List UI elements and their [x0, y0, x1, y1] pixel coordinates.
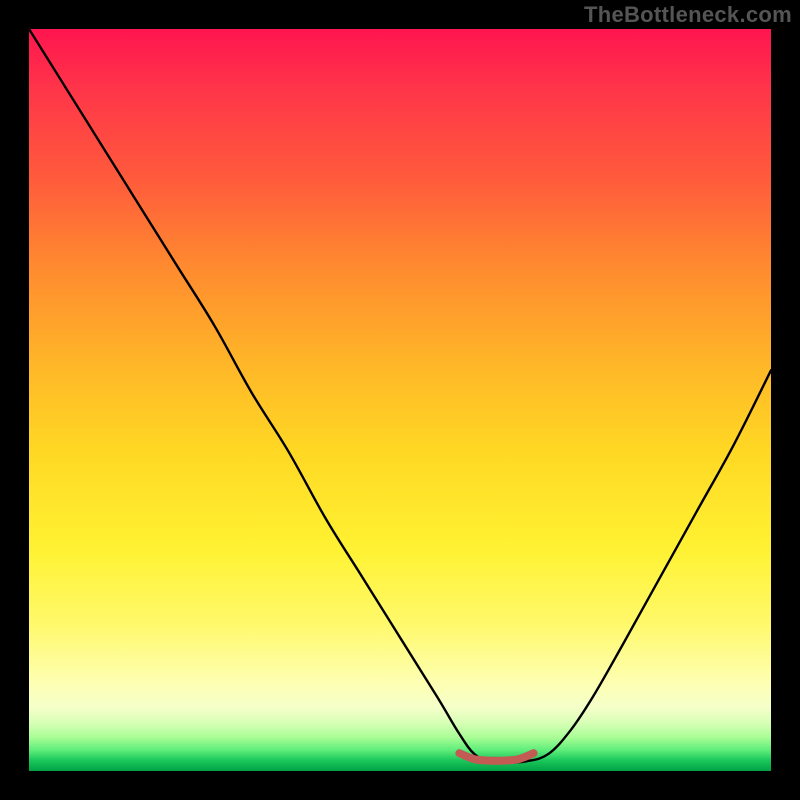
chart-svg — [29, 29, 771, 771]
attribution-text: TheBottleneck.com — [584, 2, 792, 28]
chart-frame: TheBottleneck.com — [0, 0, 800, 800]
plot-area — [29, 29, 771, 771]
optimal-band-path — [459, 753, 533, 761]
bottleneck-curve-path — [29, 29, 771, 763]
